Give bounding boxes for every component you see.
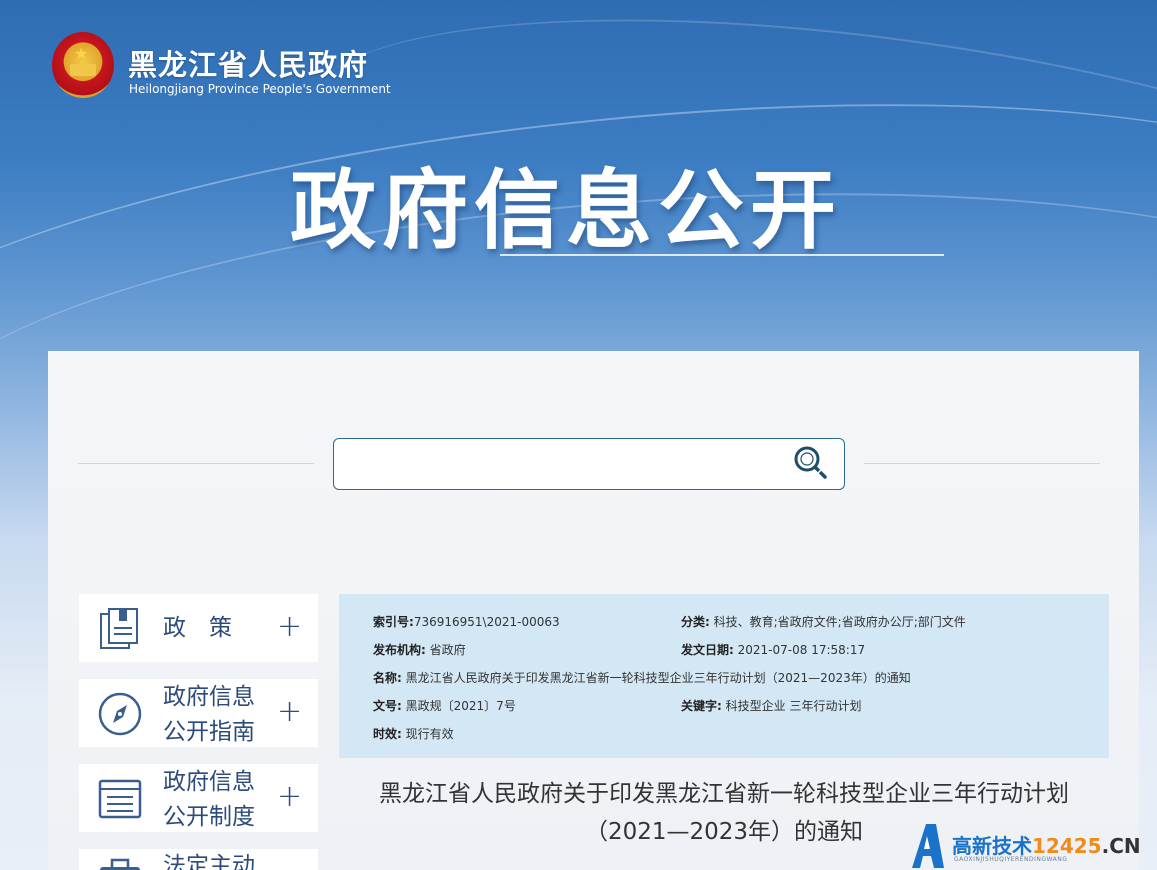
page-title: 政府信息公开 bbox=[290, 161, 842, 261]
document-metadata-panel: 索引号:736916951\2021-00063 分类: 科技、教育;省政府文件… bbox=[339, 594, 1109, 758]
site-title[interactable]: 黑龙江省人民政府 bbox=[128, 42, 368, 84]
expand-plus-icon[interactable]: + bbox=[277, 610, 302, 644]
expand-plus-icon[interactable]: + bbox=[277, 695, 302, 729]
search-icon bbox=[794, 446, 827, 479]
expand-plus-icon[interactable]: + bbox=[277, 780, 302, 814]
search-divider-right bbox=[864, 463, 1100, 464]
sidebar-item-guide[interactable]: 政府信息 公开指南 + bbox=[79, 679, 318, 747]
sidebar-item-label: 公开制度 bbox=[163, 804, 255, 830]
watermark-logo: 高新技术12425.CN GAOXINJISHUQIYERENDINGWANG bbox=[908, 822, 1157, 870]
sidebar-item-policy[interactable]: 政 策 + bbox=[79, 594, 318, 662]
sidebar-item-label: 政 策 bbox=[163, 615, 232, 641]
sidebar-item-label: 公开指南 bbox=[163, 719, 255, 745]
meta-docno: 文号: 黑政规〔2021〕7号 bbox=[373, 699, 516, 713]
watermark-a-icon bbox=[912, 824, 944, 868]
meta-name: 名称: 黑龙江省人民政府关于印发黑龙江省新一轮科技型企业三年行动计划（2021—… bbox=[373, 671, 911, 685]
title-underline bbox=[500, 254, 944, 256]
main-card: 政 策 + 政府信息 公开指南 + 政府信息 公开制度 + 法定主动 索引号:7… bbox=[48, 351, 1139, 870]
sidebar-item-label: 政府信息 bbox=[163, 769, 255, 795]
sidebar-item-mandatory[interactable]: 法定主动 bbox=[79, 849, 318, 870]
meta-validity: 时效: 现行有效 bbox=[373, 727, 454, 741]
document-book-icon bbox=[100, 608, 138, 649]
meta-category: 分类: 科技、教育;省政府文件;省政府办公厅;部门文件 bbox=[681, 615, 966, 629]
meta-index: 索引号:736916951\2021-00063 bbox=[373, 615, 560, 629]
sidebar-item-label: 政府信息 bbox=[163, 684, 255, 710]
search-button[interactable] bbox=[790, 443, 832, 485]
compass-icon bbox=[98, 692, 142, 736]
site-subtitle: Heilongjiang Province People's Governmen… bbox=[129, 82, 391, 96]
meta-keyword: 关键字: 科技型企业 三年行动计划 bbox=[681, 699, 862, 713]
meta-date: 发文日期: 2021-07-08 17:58:17 bbox=[681, 643, 866, 657]
sidebar-item-label: 法定主动 bbox=[163, 853, 255, 870]
search-divider-left bbox=[78, 463, 314, 464]
search-box bbox=[333, 438, 845, 490]
meta-publisher: 发布机构: 省政府 bbox=[373, 643, 466, 657]
search-input[interactable] bbox=[342, 447, 782, 481]
national-emblem-icon[interactable]: ★ bbox=[52, 32, 114, 98]
list-document-icon bbox=[98, 779, 142, 819]
briefcase-icon bbox=[100, 858, 140, 870]
sidebar-item-system[interactable]: 政府信息 公开制度 + bbox=[79, 764, 318, 832]
